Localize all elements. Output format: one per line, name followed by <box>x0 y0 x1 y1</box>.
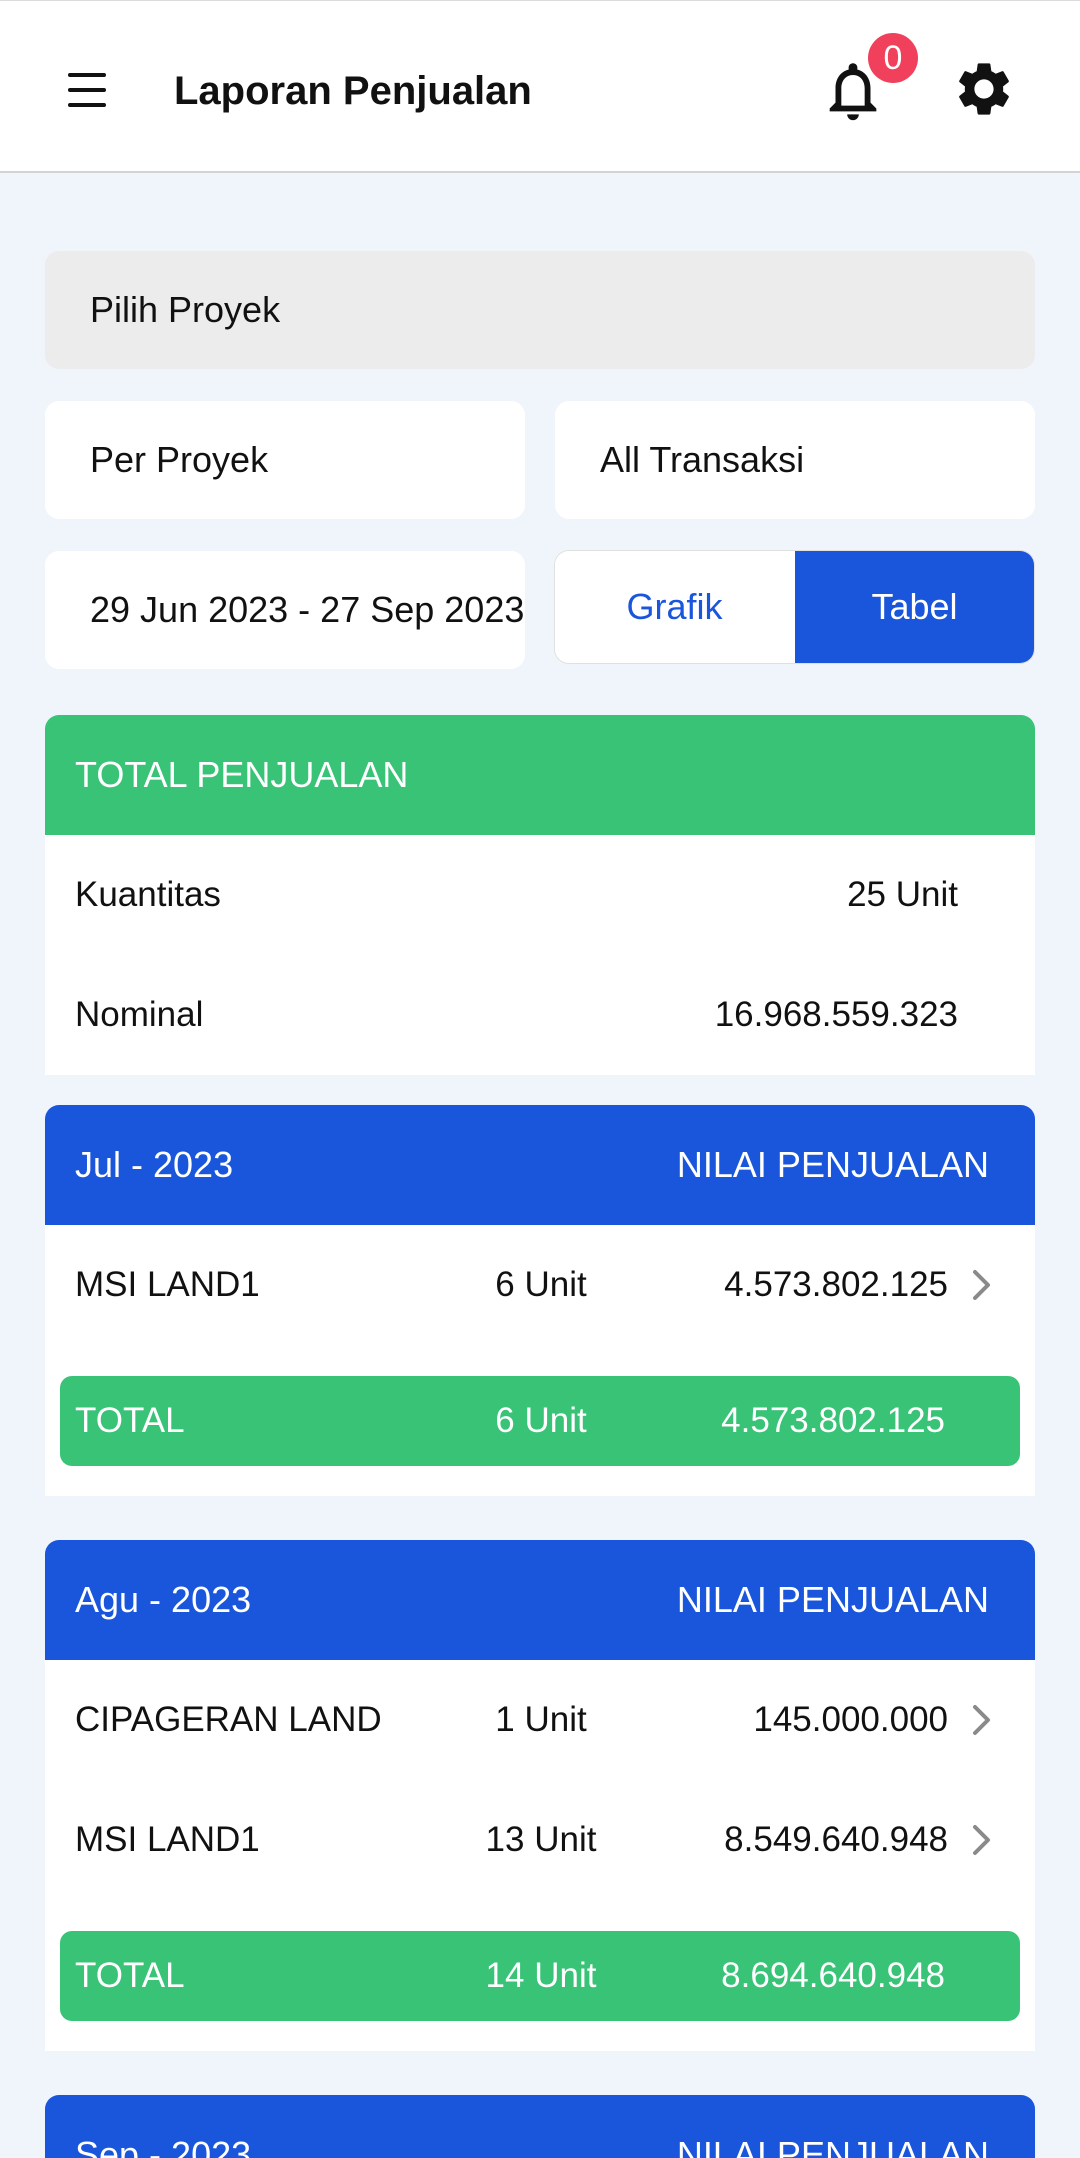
total-units: 6 Unit <box>495 1401 587 1440</box>
summary-row-quantity: Kuantitas 25 Unit <box>45 835 1035 955</box>
view-toggle: Grafik Tabel <box>555 551 1034 663</box>
group-by-select[interactable]: Per Proyek <box>45 401 525 519</box>
app-bar: Laporan Penjualan 0 <box>0 0 1080 173</box>
sales-value: 8.549.640.948 <box>724 1820 948 1859</box>
sales-value: 145.000.000 <box>753 1700 948 1739</box>
page-title: Laporan Penjualan <box>174 69 532 113</box>
month-card-sep-2023: Sep - 2023 NILAI PENJUALAN <box>45 2095 1035 2158</box>
month-period: Agu - 2023 <box>75 1579 252 1620</box>
month-header: Sep - 2023 NILAI PENJUALAN <box>45 2095 1035 2158</box>
total-value: 8.694.640.948 <box>721 1956 945 1995</box>
notification-badge: 0 <box>868 33 918 83</box>
chevron-right-icon <box>973 1825 990 1855</box>
total-value: 4.573.802.125 <box>721 1401 945 1440</box>
total-row: TOTAL 6 Unit 4.573.802.125 <box>60 1376 1020 1466</box>
summary-header: TOTAL PENJUALAN <box>45 715 1035 835</box>
summary-card: TOTAL PENJUALAN Kuantitas 25 Unit Nomina… <box>45 715 1035 1075</box>
unit-count: 6 Unit <box>495 1265 587 1304</box>
transaction-type-select[interactable]: All Transaksi <box>555 401 1035 519</box>
project-select[interactable]: Pilih Proyek <box>45 251 1035 369</box>
table-row[interactable]: MSI LAND1 6 Unit 4.573.802.125 <box>45 1225 1035 1345</box>
project-name: MSI LAND1 <box>75 1820 260 1859</box>
unit-count: 13 Unit <box>485 1820 597 1859</box>
value-header: NILAI PENJUALAN <box>676 1144 989 1185</box>
unit-count: 1 Unit <box>495 1700 587 1739</box>
total-label: TOTAL <box>75 1956 185 1995</box>
tabel-tab[interactable]: Tabel <box>795 551 1034 663</box>
total-label: TOTAL <box>75 1401 185 1440</box>
month-header: Jul - 2023 NILAI PENJUALAN <box>45 1105 1035 1225</box>
month-period: Sep - 2023 <box>75 2134 252 2158</box>
table-row[interactable]: MSI LAND1 13 Unit 8.549.640.948 <box>45 1780 1035 1900</box>
gear-icon[interactable] <box>952 57 1016 121</box>
month-card-agu-2023: Agu - 2023 NILAI PENJUALAN CIPAGERAN LAN… <box>45 1540 1035 2051</box>
project-name: MSI LAND1 <box>75 1265 260 1304</box>
chevron-right-icon <box>973 1705 990 1735</box>
month-period: Jul - 2023 <box>75 1144 234 1185</box>
grafik-tab[interactable]: Grafik <box>555 551 794 663</box>
date-range-picker[interactable]: 29 Jun 2023 - 27 Sep 2023 <box>45 551 525 669</box>
hamburger-menu-icon[interactable] <box>60 63 114 117</box>
total-units: 14 Unit <box>485 1956 597 1995</box>
total-row: TOTAL 14 Unit 8.694.640.948 <box>60 1931 1020 2021</box>
summary-row-nominal: Nominal 16.968.559.323 <box>45 955 1035 1075</box>
quantity-value: 25 Unit <box>847 875 958 914</box>
nominal-value: 16.968.559.323 <box>714 995 958 1034</box>
chevron-right-icon <box>973 1270 990 1300</box>
table-row[interactable]: CIPAGERAN LAND 1 Unit 145.000.000 <box>45 1660 1035 1780</box>
quantity-label: Kuantitas <box>75 875 221 914</box>
value-header: NILAI PENJUALAN <box>676 1579 989 1620</box>
project-name: CIPAGERAN LAND <box>75 1700 382 1739</box>
nominal-label: Nominal <box>75 995 204 1034</box>
month-header: Agu - 2023 NILAI PENJUALAN <box>45 1540 1035 1660</box>
summary-title: TOTAL PENJUALAN <box>75 754 409 795</box>
value-header: NILAI PENJUALAN <box>676 2134 989 2158</box>
sales-value: 4.573.802.125 <box>724 1265 948 1304</box>
month-card-jul-2023: Jul - 2023 NILAI PENJUALAN MSI LAND1 6 U… <box>45 1105 1035 1496</box>
